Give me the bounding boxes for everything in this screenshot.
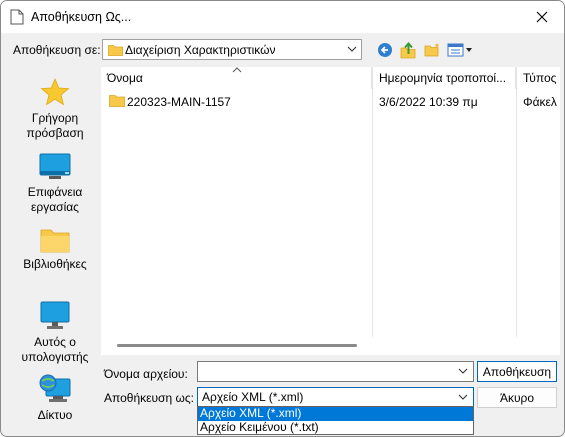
save-as-type-options: Αρχείο XML (*.xml) Αρχείο Κειμένου (*.tx… [197, 406, 474, 435]
place-this-pc[interactable]: Αυτός ο υπολογιστής [11, 301, 99, 365]
save-button[interactable]: Αποθήκευση [477, 361, 557, 382]
save-as-type-value: Αρχείο XML (*.xml) [202, 390, 304, 404]
file-list[interactable]: Όνομα Ημερομηνία τροποποί... Τύπος 22032… [101, 67, 560, 337]
save-as-type-label: Αποθήκευση ως: [104, 391, 194, 405]
save-as-type-dropdown[interactable]: Αρχείο XML (*.xml) [197, 387, 474, 407]
cancel-button-label: Άκυρο [499, 390, 535, 405]
filename-label: Όνομα αρχείου: [104, 367, 188, 381]
option-xml[interactable]: Αρχείο XML (*.xml) [198, 407, 473, 421]
new-folder-icon [424, 43, 439, 57]
file-modified: 3/6/2022 10:39 πμ [379, 95, 478, 109]
place-desktop[interactable]: Επιφάνεια εργασίας [11, 153, 99, 215]
network-icon [39, 374, 71, 402]
filename-input[interactable] [198, 362, 448, 380]
computer-icon [40, 301, 70, 329]
window-title: Αποθήκευση Ως... [31, 10, 132, 24]
close-icon [536, 11, 548, 23]
view-menu-icon [447, 43, 472, 57]
option-txt[interactable]: Αρχείο Κειμένου (*.txt) [198, 421, 473, 435]
save-button-label: Αποθήκευση [482, 364, 552, 379]
view-menu-button[interactable] [446, 40, 474, 60]
save-as-dialog: Αποθήκευση Ως... Αποθήκευση σε: Διαχείρι… [0, 0, 565, 437]
place-quick-access[interactable]: Γρήγορη πρόσβαση [11, 77, 99, 141]
filename-combo[interactable] [197, 361, 474, 382]
place-label: Επιφάνεια εργασίας [27, 185, 83, 214]
file-name: 220323-MAIN-1157 [127, 95, 231, 109]
save-in-value: Διαχείριση Χαρακτηριστικών [125, 43, 276, 57]
place-label: Αυτός ο υπολογιστής [21, 335, 89, 364]
place-network[interactable]: Δίκτυο [11, 374, 99, 423]
chevron-down-icon[interactable] [458, 367, 468, 375]
back-icon [378, 43, 392, 57]
column-modified-label: Ημερομηνία τροποποί... [379, 71, 507, 85]
close-button[interactable] [520, 1, 564, 33]
column-type-label: Τύπος [523, 71, 557, 85]
place-libraries[interactable]: Βιβλιοθήκες [11, 227, 99, 272]
back-button[interactable] [375, 40, 395, 60]
place-label: Δίκτυο [37, 408, 73, 422]
folder-icon [40, 229, 70, 253]
cancel-button[interactable]: Άκυρο [477, 387, 557, 408]
horizontal-scrollbar[interactable] [101, 337, 560, 355]
file-row[interactable]: 220323-MAIN-1157 3/6/2022 10:39 πμ Φάκελ [101, 93, 560, 110]
document-icon [10, 9, 24, 25]
folder-icon [109, 95, 125, 107]
up-folder-button[interactable] [398, 40, 418, 60]
place-label: Γρήγορη πρόσβαση [26, 111, 84, 140]
folder-icon [108, 45, 123, 56]
sort-ascending-icon [232, 67, 242, 73]
save-in-dropdown[interactable]: Διαχείριση Χαρακτηριστικών [102, 39, 362, 60]
chevron-down-icon [458, 394, 468, 400]
scrollbar-thumb[interactable] [117, 344, 357, 347]
column-header-type[interactable]: Τύπος [517, 67, 560, 89]
chevron-down-icon [347, 46, 357, 52]
file-type: Φάκελ [523, 95, 557, 109]
column-header-modified[interactable]: Ημερομηνία τροποποί... [373, 67, 516, 89]
column-name-label: Όνομα [107, 71, 143, 85]
places-bar: Γρήγορη πρόσβαση Επιφάνεια εργασίας Βιβλ… [11, 69, 99, 429]
save-in-label: Αποθήκευση σε: [13, 43, 101, 57]
desktop-icon [39, 153, 71, 179]
new-folder-button[interactable] [422, 40, 442, 60]
place-label: Βιβλιοθήκες [23, 257, 87, 271]
star-icon [40, 77, 70, 106]
title-bar: Αποθήκευση Ως... [1, 1, 564, 33]
up-folder-icon [400, 41, 415, 58]
